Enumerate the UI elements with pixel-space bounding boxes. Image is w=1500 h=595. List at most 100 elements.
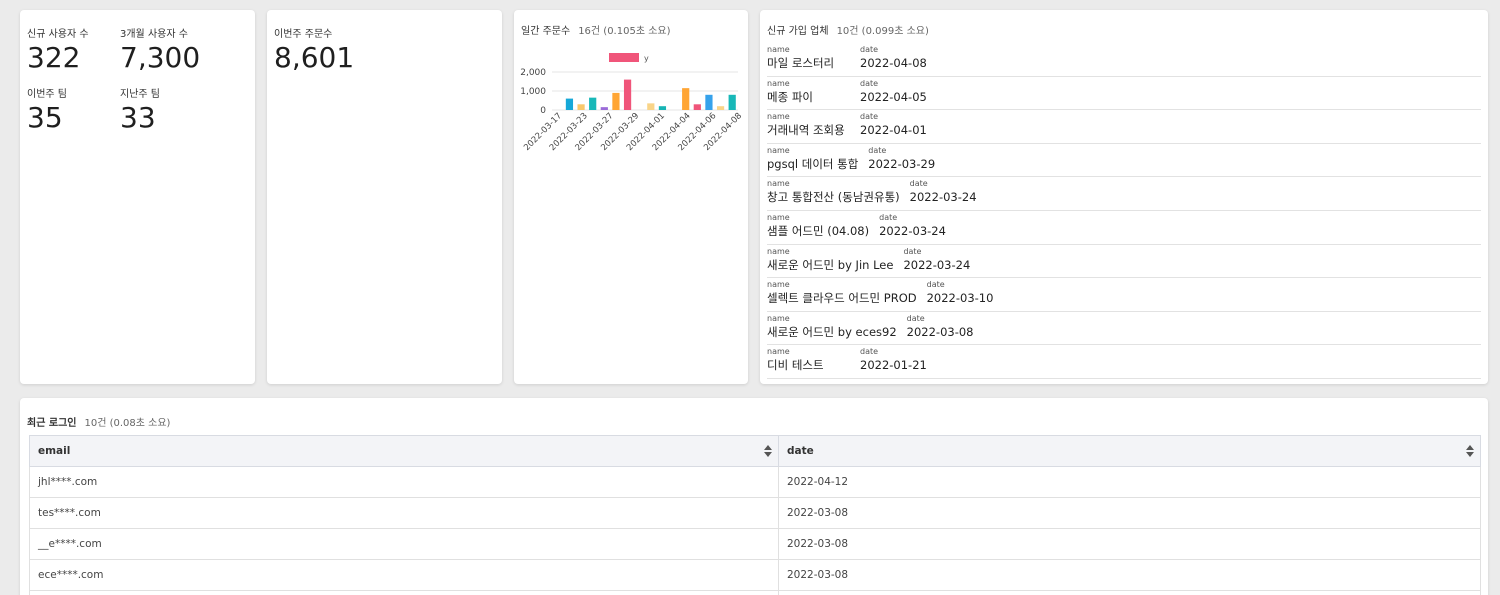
list-item: name 샘플 어드민 (04.08) date 2022-03-24 — [767, 211, 1481, 245]
field-key: date — [860, 45, 879, 54]
signup-name: 셀렉트 클라우드 어드민 PROD — [767, 291, 917, 306]
bar — [600, 107, 608, 110]
field-key: name — [767, 112, 790, 122]
signup-date: 2022-04-05 — [860, 89, 927, 104]
table-row: jhl****.com 2022-04-12 — [29, 466, 1481, 498]
new-signups-card: 신규 가입 업체 10건 (0.099초 소요) name 마일 로스터리 date 2… — [760, 10, 1488, 384]
new-users-value: 322 — [27, 41, 81, 74]
date-cell: 2022-03-08 — [778, 497, 1481, 529]
sort-icon[interactable] — [764, 445, 772, 457]
table-row: ece****.com 2022-03-08 — [29, 559, 1481, 591]
daily-orders-title: 일간 주문수 16건 (0.105초 소요) — [521, 22, 671, 37]
signup-date: 2022-03-24 — [879, 223, 946, 238]
signup-name: 디비 테스트 — [767, 358, 824, 373]
signup-date-field: date 2022-04-08 — [860, 44, 927, 76]
sort-icon[interactable] — [1466, 445, 1474, 457]
recent-logins-title: 최근 로그인 10건 (0.08초 소요) — [27, 414, 170, 429]
email-cell: tes****.com — [29, 497, 779, 529]
signup-date-field: date 2022-01-21 — [860, 346, 927, 378]
daily-orders-card: 일간 주문수 16건 (0.105초 소요) y 0 1,000 2,000 2022-0… — [514, 10, 748, 384]
date-cell: 2022-04-12 — [778, 466, 1481, 498]
signup-name-field: name pgsql 데이터 통합 — [767, 145, 858, 177]
signup-name: 새로운 어드민 by eces92 — [767, 324, 897, 339]
email-cell: jhl****.com — [29, 466, 779, 498]
signup-name-field: name 샘플 어드민 (04.08) — [767, 212, 869, 244]
list-item: name 디비 테스트 date 2022-01-21 — [767, 345, 1481, 379]
signup-name-field: name 메종 파이 — [767, 78, 850, 110]
table-row — [29, 590, 1481, 595]
user-stats-card: 신규 사용자 수 322 3개월 사용자 수 7,300 이번주 팀 35 지난… — [20, 10, 255, 384]
field-key: name — [767, 145, 790, 155]
signup-date: 2022-03-08 — [906, 324, 974, 339]
signup-name-field: name 새로운 어드민 by eces92 — [767, 313, 897, 345]
field-key: name — [767, 347, 790, 357]
field-key: date — [909, 179, 928, 189]
field-key: date — [926, 280, 945, 290]
signup-date: 2022-01-21 — [860, 358, 927, 373]
field-key: date — [903, 246, 922, 256]
signup-date-field: date 2022-03-24 — [903, 246, 970, 278]
date-cell: 2022-03-08 — [778, 528, 1481, 560]
signup-date: 2022-03-24 — [909, 190, 977, 205]
list-item: name 마일 로스터리 date 2022-04-08 — [767, 43, 1481, 77]
field-key: date — [860, 112, 879, 122]
signup-name: 메종 파이 — [767, 89, 813, 104]
signup-date-field: date 2022-03-24 — [879, 212, 946, 244]
signup-date: 2022-03-24 — [903, 257, 971, 272]
bar — [682, 88, 690, 110]
date-cell: 2022-03-08 — [778, 559, 1481, 591]
email-cell — [29, 590, 779, 595]
field-key: date — [860, 347, 879, 357]
bar — [623, 79, 632, 110]
list-item: name 거래내역 조회용 date 2022-04-01 — [767, 110, 1481, 144]
field-key: name — [767, 45, 790, 54]
weekly-orders-value: 8,601 — [274, 41, 355, 74]
field-key: name — [767, 280, 790, 290]
bar — [577, 104, 585, 110]
bar — [728, 94, 736, 110]
signup-date: 2022-04-01 — [860, 123, 927, 138]
field-key: name — [767, 212, 790, 222]
signup-name: 새로운 어드민 by Jin Lee — [767, 257, 894, 272]
signup-date-field: date 2022-03-29 — [868, 145, 935, 177]
field-key: name — [767, 179, 790, 189]
bar — [693, 104, 701, 110]
list-item: name 셀렉트 클라우드 어드민 PROD date 2022-03-10 — [767, 278, 1481, 312]
signup-date: 2022-03-29 — [868, 156, 936, 171]
y-tick-label: 0 — [540, 106, 546, 116]
recent-logins-card: 최근 로그인 10건 (0.08초 소요) email date jhl****.… — [20, 398, 1488, 595]
column-header-label: email — [38, 445, 71, 457]
email-cell: ece****.com — [29, 559, 779, 591]
field-key: name — [767, 246, 790, 256]
new-signups-title: 신규 가입 업체 10건 (0.099초 소요) — [767, 22, 929, 37]
users-3m-value: 7,300 — [120, 41, 201, 74]
bar — [647, 103, 655, 110]
signup-date-field: date 2022-04-01 — [860, 111, 927, 143]
column-header-email[interactable]: email — [29, 435, 779, 467]
daily-orders-meta: 16건 (0.105초 소요) — [578, 26, 671, 37]
new-users-stat: 신규 사용자 수 322 — [27, 25, 89, 75]
field-key: date — [860, 78, 879, 88]
list-item: name 창고 통합전산 (동남권유통) date 2022-03-24 — [767, 177, 1481, 211]
date-cell — [778, 590, 1481, 595]
email-cell: __e****.com — [29, 528, 779, 560]
field-key: date — [906, 313, 925, 323]
y-tick-label: 2,000 — [520, 68, 546, 78]
field-key: date — [868, 145, 887, 155]
signup-date-field: date 2022-04-05 — [860, 78, 927, 110]
field-key: name — [767, 78, 790, 88]
users-3m-label: 3개월 사용자 수 — [120, 29, 188, 40]
list-item: name pgsql 데이터 통합 date 2022-03-29 — [767, 144, 1481, 178]
weekly-orders-card: 이번주 주문수 8,601 — [267, 10, 502, 384]
recent-logins-table: email date jhl****.com 2022-04-12 tes****.… — [29, 435, 1481, 595]
signup-date-field: date 2022-03-24 — [910, 178, 977, 210]
column-header-date[interactable]: date — [778, 435, 1481, 467]
signup-name-field: name 마일 로스터리 — [767, 44, 850, 76]
bar — [716, 106, 725, 110]
list-item: name 메종 파이 date 2022-04-05 — [767, 77, 1481, 111]
signup-name-field: name 셀렉트 클라우드 어드민 PROD — [767, 279, 917, 311]
table-row: __e****.com 2022-03-08 — [29, 528, 1481, 560]
list-item: name 새로운 어드민 by eces92 date 2022-03-08 — [767, 312, 1481, 346]
column-header-label: date — [787, 445, 814, 457]
signup-name-field: name 거래내역 조회용 — [767, 111, 850, 143]
